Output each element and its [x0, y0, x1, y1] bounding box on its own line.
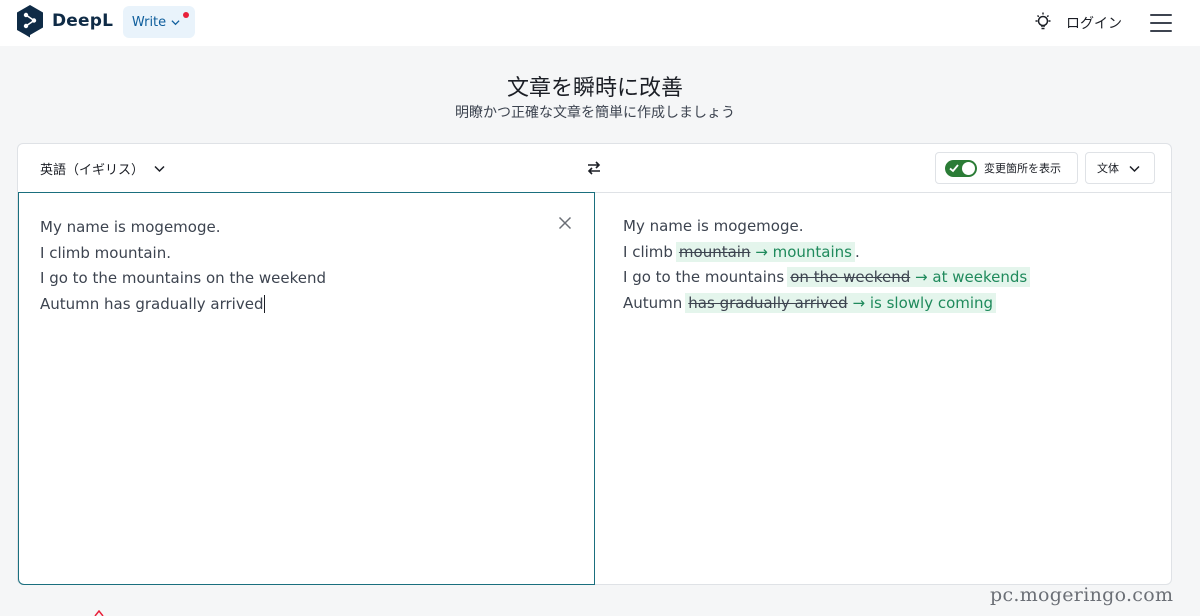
login-link[interactable]: ログイン: [1066, 13, 1122, 33]
source-text-area[interactable]: My name is mogemoge. I climb mountain. I…: [18, 192, 595, 585]
suggested-change[interactable]: on the weekend → at weekends: [787, 267, 1031, 287]
check-icon: [949, 163, 959, 172]
suggested-change[interactable]: has gradually arrived → is slowly coming: [685, 292, 997, 313]
source-line: My name is mogemoge.: [40, 218, 221, 236]
brand-name: DeepL: [52, 11, 114, 31]
top-navigation-bar: DeepL Write ログイン: [0, 0, 1200, 46]
editor-toolbar: 英語（イギリス） 変更箇所を表示 文体: [18, 144, 1171, 193]
suggested-change[interactable]: mountain → mountains: [675, 241, 855, 262]
source-line-text: Autumn has gradually arrived: [40, 294, 264, 313]
lightbulb-icon[interactable]: [1033, 11, 1053, 33]
chevron-down-icon: [171, 19, 180, 25]
write-label: Write: [131, 14, 167, 30]
change-arrow: →: [915, 268, 928, 286]
output-text: I go to the mountains: [623, 268, 785, 286]
source-line: I go to the mountains on the weekend: [40, 269, 326, 287]
output-line: My name is mogemoge.: [623, 217, 804, 235]
page-subtitle: 明瞭かつ正確な文章を簡単に作成しましょう: [455, 105, 735, 121]
output-text: Autumn: [623, 293, 683, 312]
show-changes-toggle[interactable]: [945, 159, 977, 177]
write-mode-dropdown[interactable]: Write: [123, 6, 195, 38]
output-text: .: [855, 242, 860, 261]
site-watermark: pc.mogeringo.com: [990, 584, 1174, 606]
show-changes-label: 変更箇所を表示: [984, 162, 1061, 175]
toggle-knob: [962, 161, 975, 175]
inserted-text: mountains: [772, 242, 852, 261]
chevron-down-icon: [154, 165, 165, 173]
deepl-logo-icon: [17, 5, 43, 38]
close-icon[interactable]: [558, 216, 572, 230]
language-selector[interactable]: 英語（イギリス）: [40, 159, 165, 178]
language-label: 英語（イギリス）: [40, 163, 145, 178]
chevron-down-icon: [1129, 165, 1140, 172]
inserted-text: is slowly coming: [869, 293, 994, 312]
deepl-logo[interactable]: DeepL: [16, 4, 113, 38]
source-text[interactable]: My name is mogemoge. I climb mountain. I…: [40, 215, 326, 317]
output-line: Autumn has gradually arrived → is slowly …: [623, 291, 1030, 317]
output-line: I climb mountain → mountains.: [623, 240, 1030, 266]
improved-text: My name is mogemoge. I climb mountain → m…: [623, 214, 1031, 317]
source-line: I climb mountain.: [40, 243, 171, 262]
page-title: 文章を瞬時に改善: [506, 76, 683, 101]
editor-card: 英語（イギリス） 変更箇所を表示 文体 My name is mogemoge.…: [17, 143, 1172, 585]
writing-style-dropdown[interactable]: 文体: [1085, 152, 1155, 184]
output-line: I go to the mountains on the weekend → at…: [623, 265, 1031, 291]
output-text: I climb: [623, 242, 673, 261]
improved-text-area[interactable]: My name is mogemoge. I climb mountain → m…: [595, 192, 1171, 585]
removed-text: mountain: [678, 242, 751, 261]
swap-icon[interactable]: [586, 160, 602, 176]
removed-text: has gradually arrived: [688, 293, 848, 312]
source-line: Autumn has gradually arrived: [40, 292, 326, 318]
text-cursor: [264, 295, 266, 313]
change-arrow: →: [852, 293, 866, 312]
notification-dot: [183, 12, 189, 18]
partial-icon: [94, 610, 104, 616]
inserted-text: at weekends: [932, 268, 1028, 286]
style-label: 文体: [1097, 162, 1119, 175]
show-changes-toggle-button[interactable]: 変更箇所を表示: [935, 152, 1078, 184]
hamburger-menu-icon[interactable]: [1150, 14, 1172, 32]
change-arrow: →: [755, 242, 768, 261]
removed-text: on the weekend: [790, 268, 911, 286]
